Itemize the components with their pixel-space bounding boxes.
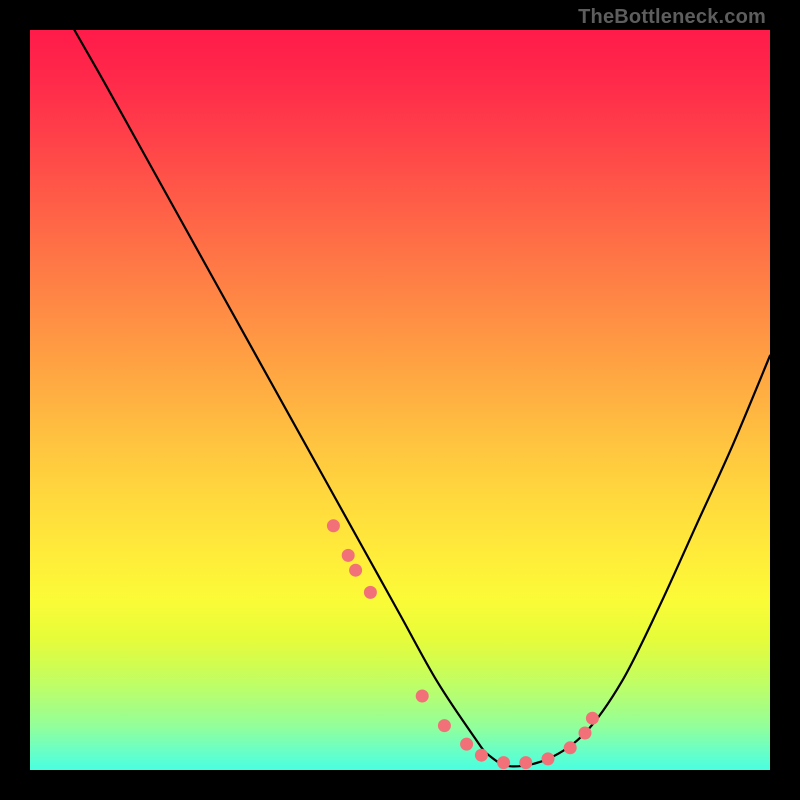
marker-dot <box>586 712 599 725</box>
marker-dot <box>416 690 429 703</box>
marker-dot <box>579 727 592 740</box>
marker-dot <box>438 719 451 732</box>
chart-svg <box>30 30 770 770</box>
marker-dot <box>364 586 377 599</box>
marker-dot <box>342 549 355 562</box>
marker-dot <box>542 752 555 765</box>
chart-root: TheBottleneck.com <box>0 0 800 800</box>
marker-dot <box>460 738 473 751</box>
marker-group <box>327 519 599 769</box>
marker-dot <box>475 749 488 762</box>
marker-dot <box>497 756 510 769</box>
marker-dot <box>327 519 340 532</box>
marker-dot <box>564 741 577 754</box>
watermark-text: TheBottleneck.com <box>578 6 766 29</box>
plot-area <box>30 30 770 770</box>
curve-path <box>74 30 770 766</box>
marker-dot <box>349 564 362 577</box>
marker-dot <box>519 756 532 769</box>
